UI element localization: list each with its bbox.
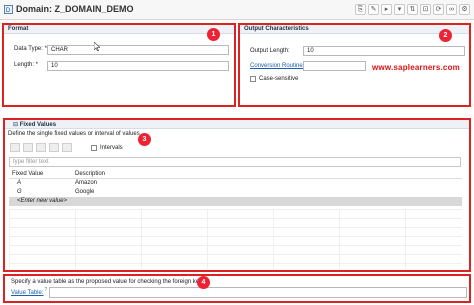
value-table-description: Specify a value table as the proposed va… (11, 279, 203, 285)
output-length-row: Output Length: (250, 48, 290, 54)
new-value-row[interactable]: <Enter new value> (9, 197, 462, 206)
output-length-field[interactable]: 10 (303, 46, 465, 56)
collapse-icon[interactable]: ⊟ (13, 122, 20, 128)
new-value-description-cell[interactable] (75, 197, 462, 206)
length-field[interactable]: 10 (47, 61, 229, 71)
intervals-label: Intervals (100, 145, 123, 151)
dropdown-icon[interactable]: ▾ (394, 4, 405, 15)
annotation-badge-3: 3 (138, 133, 151, 146)
annotation-badge-2: 2 (439, 29, 452, 42)
sort-icon[interactable]: ⇅ (407, 4, 418, 15)
conversion-routine-field[interactable] (303, 61, 366, 71)
data-type-label: Data Type: * (14, 46, 47, 52)
value-table-field[interactable] (49, 287, 467, 298)
domain-icon: D (4, 5, 13, 14)
value-table-link[interactable]: Value Table: (11, 290, 43, 296)
intervals-row: Intervals (91, 145, 123, 151)
toolbar: ⎘ ✎ ▸ ▾ ⇅ ⊡ ⟳ ∞ ⚙ (355, 4, 470, 15)
fixed-value-cell[interactable]: A (9, 179, 75, 188)
fixed-value-cell[interactable]: G (9, 188, 75, 197)
format-header: Format (4, 24, 235, 34)
new-value-cell[interactable]: <Enter new value> (9, 197, 75, 206)
watermark-text: www.saplearners.com (372, 63, 460, 72)
fixed-values-table: Fixed Value Description A Amazon G Googl… (9, 170, 462, 206)
edit-icon[interactable]: ✎ (368, 4, 379, 15)
add-row-icon[interactable] (10, 143, 20, 152)
output-length-label: Output Length: (250, 48, 290, 54)
value-table-row: Value Table: ? (11, 287, 48, 296)
gear-icon[interactable]: ⚙ (459, 4, 470, 15)
delete-row-icon[interactable] (36, 143, 46, 152)
page-title: Domain: Z_DOMAIN_DEMO (16, 4, 134, 14)
column-header-description: Description (75, 171, 106, 177)
mouse-cursor-icon (94, 42, 100, 51)
copy-icon[interactable]: ⎘ (355, 4, 366, 15)
fixed-values-header: ⊟ Fixed Values (4, 119, 470, 129)
table-row[interactable]: G Google (9, 188, 462, 197)
description-cell[interactable]: Google (75, 188, 462, 197)
length-row: Length: * (14, 62, 38, 68)
conversion-routine-row: Conversion Routine: (250, 63, 304, 69)
link-icon[interactable]: ∞ (446, 4, 457, 15)
data-type-row: Data Type: * (14, 46, 47, 52)
case-sensitive-checkbox[interactable] (250, 76, 256, 82)
insert-row-icon[interactable] (23, 143, 33, 152)
fixed-values-description: Define the single fixed values or interv… (8, 131, 140, 137)
filter-input[interactable]: type filter text (9, 157, 461, 167)
run-icon[interactable]: ▸ (381, 4, 392, 15)
column-header-fixed-value: Fixed Value (12, 171, 44, 177)
table-row[interactable]: A Amazon (9, 179, 462, 188)
table-header: Fixed Value Description (9, 170, 462, 179)
empty-table-grid (9, 209, 462, 269)
length-label: Length: * (14, 62, 39, 68)
conversion-routine-link[interactable]: Conversion Routine: (250, 63, 304, 69)
case-sensitive-row: Case-sensitive (250, 76, 298, 82)
case-sensitive-label: Case-sensitive (259, 76, 299, 82)
move-down-icon[interactable] (62, 143, 72, 152)
editor-title-bar: D Domain: Z_DOMAIN_DEMO ⎘ ✎ ▸ ▾ ⇅ ⊡ ⟳ ∞ … (0, 0, 474, 20)
lock-icon[interactable]: ⊡ (420, 4, 431, 15)
fixed-values-toolbar (10, 143, 75, 152)
annotation-badge-1: 1 (207, 28, 220, 41)
intervals-checkbox[interactable] (91, 145, 97, 151)
fixed-values-title: Fixed Values (19, 122, 57, 128)
sync-icon[interactable]: ⟳ (433, 4, 444, 15)
description-cell[interactable]: Amazon (75, 179, 462, 188)
data-type-field[interactable]: CHAR (47, 45, 229, 55)
annotation-badge-4: 4 (197, 276, 210, 289)
move-up-icon[interactable] (49, 143, 59, 152)
output-header: Output Characteristics (240, 24, 470, 34)
help-icon: ? (44, 287, 48, 293)
svg-text:D: D (6, 7, 11, 14)
